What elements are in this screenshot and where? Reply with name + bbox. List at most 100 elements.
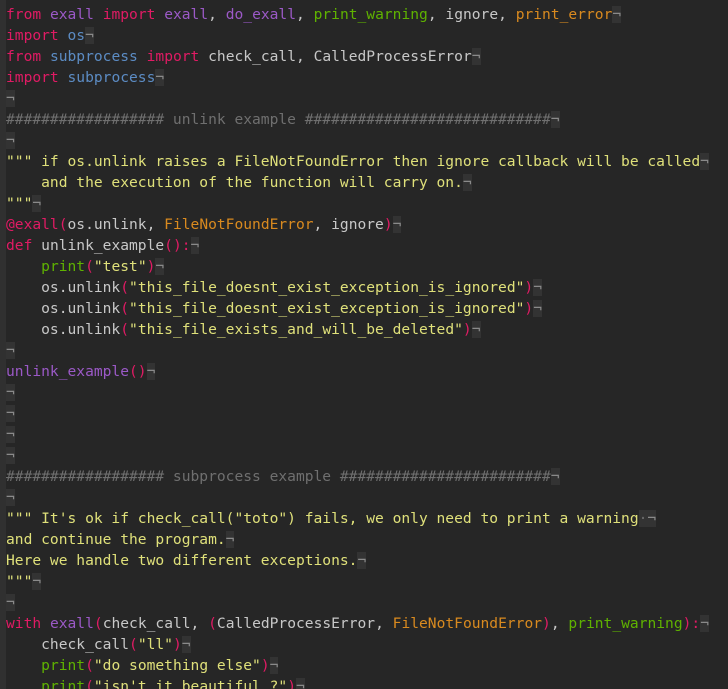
- code-token: ): [383, 216, 393, 233]
- code-token: print_error: [515, 6, 613, 23]
- end-of-line-marker: ¬: [85, 27, 94, 44]
- code-token: print: [41, 678, 86, 689]
- code-token: ): [260, 657, 270, 674]
- code-token: (: [85, 258, 94, 275]
- code-line[interactable]: ¬: [0, 88, 709, 109]
- code-line[interactable]: @exall(os.unlink, FileNotFoundError, ign…: [0, 214, 709, 235]
- code-line[interactable]: with exall(check_call, (CalledProcessErr…: [0, 613, 710, 634]
- code-line[interactable]: os.unlink("this_file_doesnt_exist_except…: [0, 277, 709, 298]
- code-line[interactable]: def unlink_example():¬: [0, 235, 709, 256]
- code-line[interactable]: ################## subprocess example ##…: [0, 466, 709, 487]
- code-token: from: [6, 48, 42, 65]
- code-line[interactable]: os.unlink("this_file_doesnt_exist_except…: [0, 298, 709, 319]
- code-line[interactable]: """ if os.unlink raises a FileNotFoundEr…: [0, 151, 709, 172]
- code-line[interactable]: ¬: [0, 424, 709, 445]
- code-token: def: [6, 237, 33, 254]
- end-of-line-marker: ¬: [550, 468, 560, 485]
- end-of-line-marker: ¬: [6, 426, 15, 443]
- code-line[interactable]: """¬: [0, 193, 709, 214]
- code-token: ################## subprocess example ##…: [6, 468, 551, 485]
- code-token: and the execution of the function will c…: [6, 174, 463, 191]
- code-line[interactable]: from subprocess import check_call, Calle…: [0, 46, 709, 67]
- end-of-line-marker: ¬: [6, 489, 15, 506]
- code-line[interactable]: ¬: [0, 130, 709, 151]
- code-token: ): [462, 321, 472, 338]
- code-token: check_call,: [102, 615, 209, 632]
- end-of-line-marker: ¬: [155, 69, 165, 86]
- end-of-line-marker: ¬: [181, 636, 191, 653]
- code-token: (: [58, 216, 68, 233]
- code-token: @exall: [6, 216, 59, 233]
- code-line[interactable]: and the execution of the function will c…: [0, 172, 709, 193]
- end-of-line-marker: ¬: [6, 384, 15, 401]
- code-line[interactable]: print("do something else")¬: [0, 655, 709, 676]
- code-token: import: [6, 69, 59, 86]
- code-token: check_call, CalledProcessError: [208, 48, 472, 65]
- code-line[interactable]: os.unlink("this_file_exists_and_will_be_…: [0, 319, 709, 340]
- code-line[interactable]: ¬: [0, 403, 709, 424]
- code-line[interactable]: print("isn't it beautiful ?")¬: [0, 676, 709, 689]
- code-token: (: [120, 321, 130, 338]
- code-line[interactable]: """¬: [0, 571, 709, 592]
- code-line[interactable]: ¬: [0, 445, 709, 466]
- end-of-line-marker: ¬: [533, 279, 543, 296]
- code-token: from: [6, 6, 42, 23]
- code-token: unlink_example: [6, 363, 130, 380]
- code-token: os: [67, 27, 86, 44]
- end-of-line-marker: ¬: [6, 594, 15, 611]
- code-line[interactable]: print("test")¬: [0, 256, 709, 277]
- code-line[interactable]: ¬: [0, 487, 709, 508]
- code-token: ):: [682, 615, 701, 632]
- code-token: """ It's ok if check_call("toto") fails,…: [6, 510, 639, 527]
- end-of-line-marker: ¬: [6, 132, 15, 149]
- code-token: "test": [93, 258, 147, 275]
- code-token: ,: [427, 6, 446, 23]
- end-of-line-marker: ¬: [471, 48, 481, 65]
- code-token: ignore: [331, 216, 384, 233]
- end-of-line-marker: ¬: [269, 657, 279, 674]
- code-line[interactable]: check_call("ll")¬: [0, 634, 709, 655]
- code-token: unlink_example: [41, 237, 165, 254]
- code-token: import: [146, 48, 200, 65]
- code-token: exall: [49, 615, 94, 632]
- code-token: os.unlink: [6, 279, 121, 296]
- code-token: "ll": [137, 636, 173, 653]
- code-token: import: [6, 27, 59, 44]
- code-token: ,: [550, 615, 569, 632]
- code-token: Here we handle two different exceptions.: [6, 552, 358, 569]
- code-line[interactable]: from exall import exall, do_exall, print…: [0, 4, 709, 25]
- code-line[interactable]: Here we handle two different exceptions.…: [0, 550, 709, 571]
- end-of-line-marker: ¬: [155, 258, 165, 275]
- code-token: os.unlink: [6, 300, 121, 317]
- code-line[interactable]: import os¬: [0, 25, 709, 46]
- code-token: ,: [208, 6, 226, 23]
- code-token: exall: [164, 6, 209, 23]
- code-editor[interactable]: from exall import exall, do_exall, print…: [0, 0, 728, 689]
- code-line[interactable]: ¬: [0, 340, 709, 361]
- code-line[interactable]: ¬: [0, 592, 709, 613]
- code-token: and continue the program.: [6, 531, 226, 548]
- code-token: do_exall: [225, 6, 297, 23]
- end-of-line-marker: ¬: [6, 447, 15, 464]
- code-line[interactable]: ################## unlink example ######…: [0, 109, 709, 130]
- code-line[interactable]: unlink_example()¬: [0, 361, 709, 382]
- code-line[interactable]: """ It's ok if check_call("toto") fails,…: [0, 508, 709, 529]
- code-content[interactable]: from exall import exall, do_exall, print…: [0, 0, 710, 689]
- code-token: exall: [49, 6, 94, 23]
- code-token: (): [129, 363, 147, 380]
- code-token: subprocess: [67, 69, 156, 86]
- code-line[interactable]: import subprocess¬: [0, 67, 709, 88]
- code-token: """ if os.unlink raises a FileNotFoundEr…: [6, 153, 701, 170]
- code-token: with: [6, 615, 42, 632]
- end-of-line-marker: ¬: [533, 300, 543, 317]
- code-token: "this_file_doesnt_exist_exception_is_ign…: [129, 300, 525, 317]
- end-of-line-marker: ¬: [295, 678, 305, 689]
- code-line[interactable]: ¬: [0, 382, 709, 403]
- end-of-line-marker: ¬: [32, 195, 42, 212]
- code-token: import: [102, 6, 156, 23]
- code-line[interactable]: and continue the program.¬: [0, 529, 709, 550]
